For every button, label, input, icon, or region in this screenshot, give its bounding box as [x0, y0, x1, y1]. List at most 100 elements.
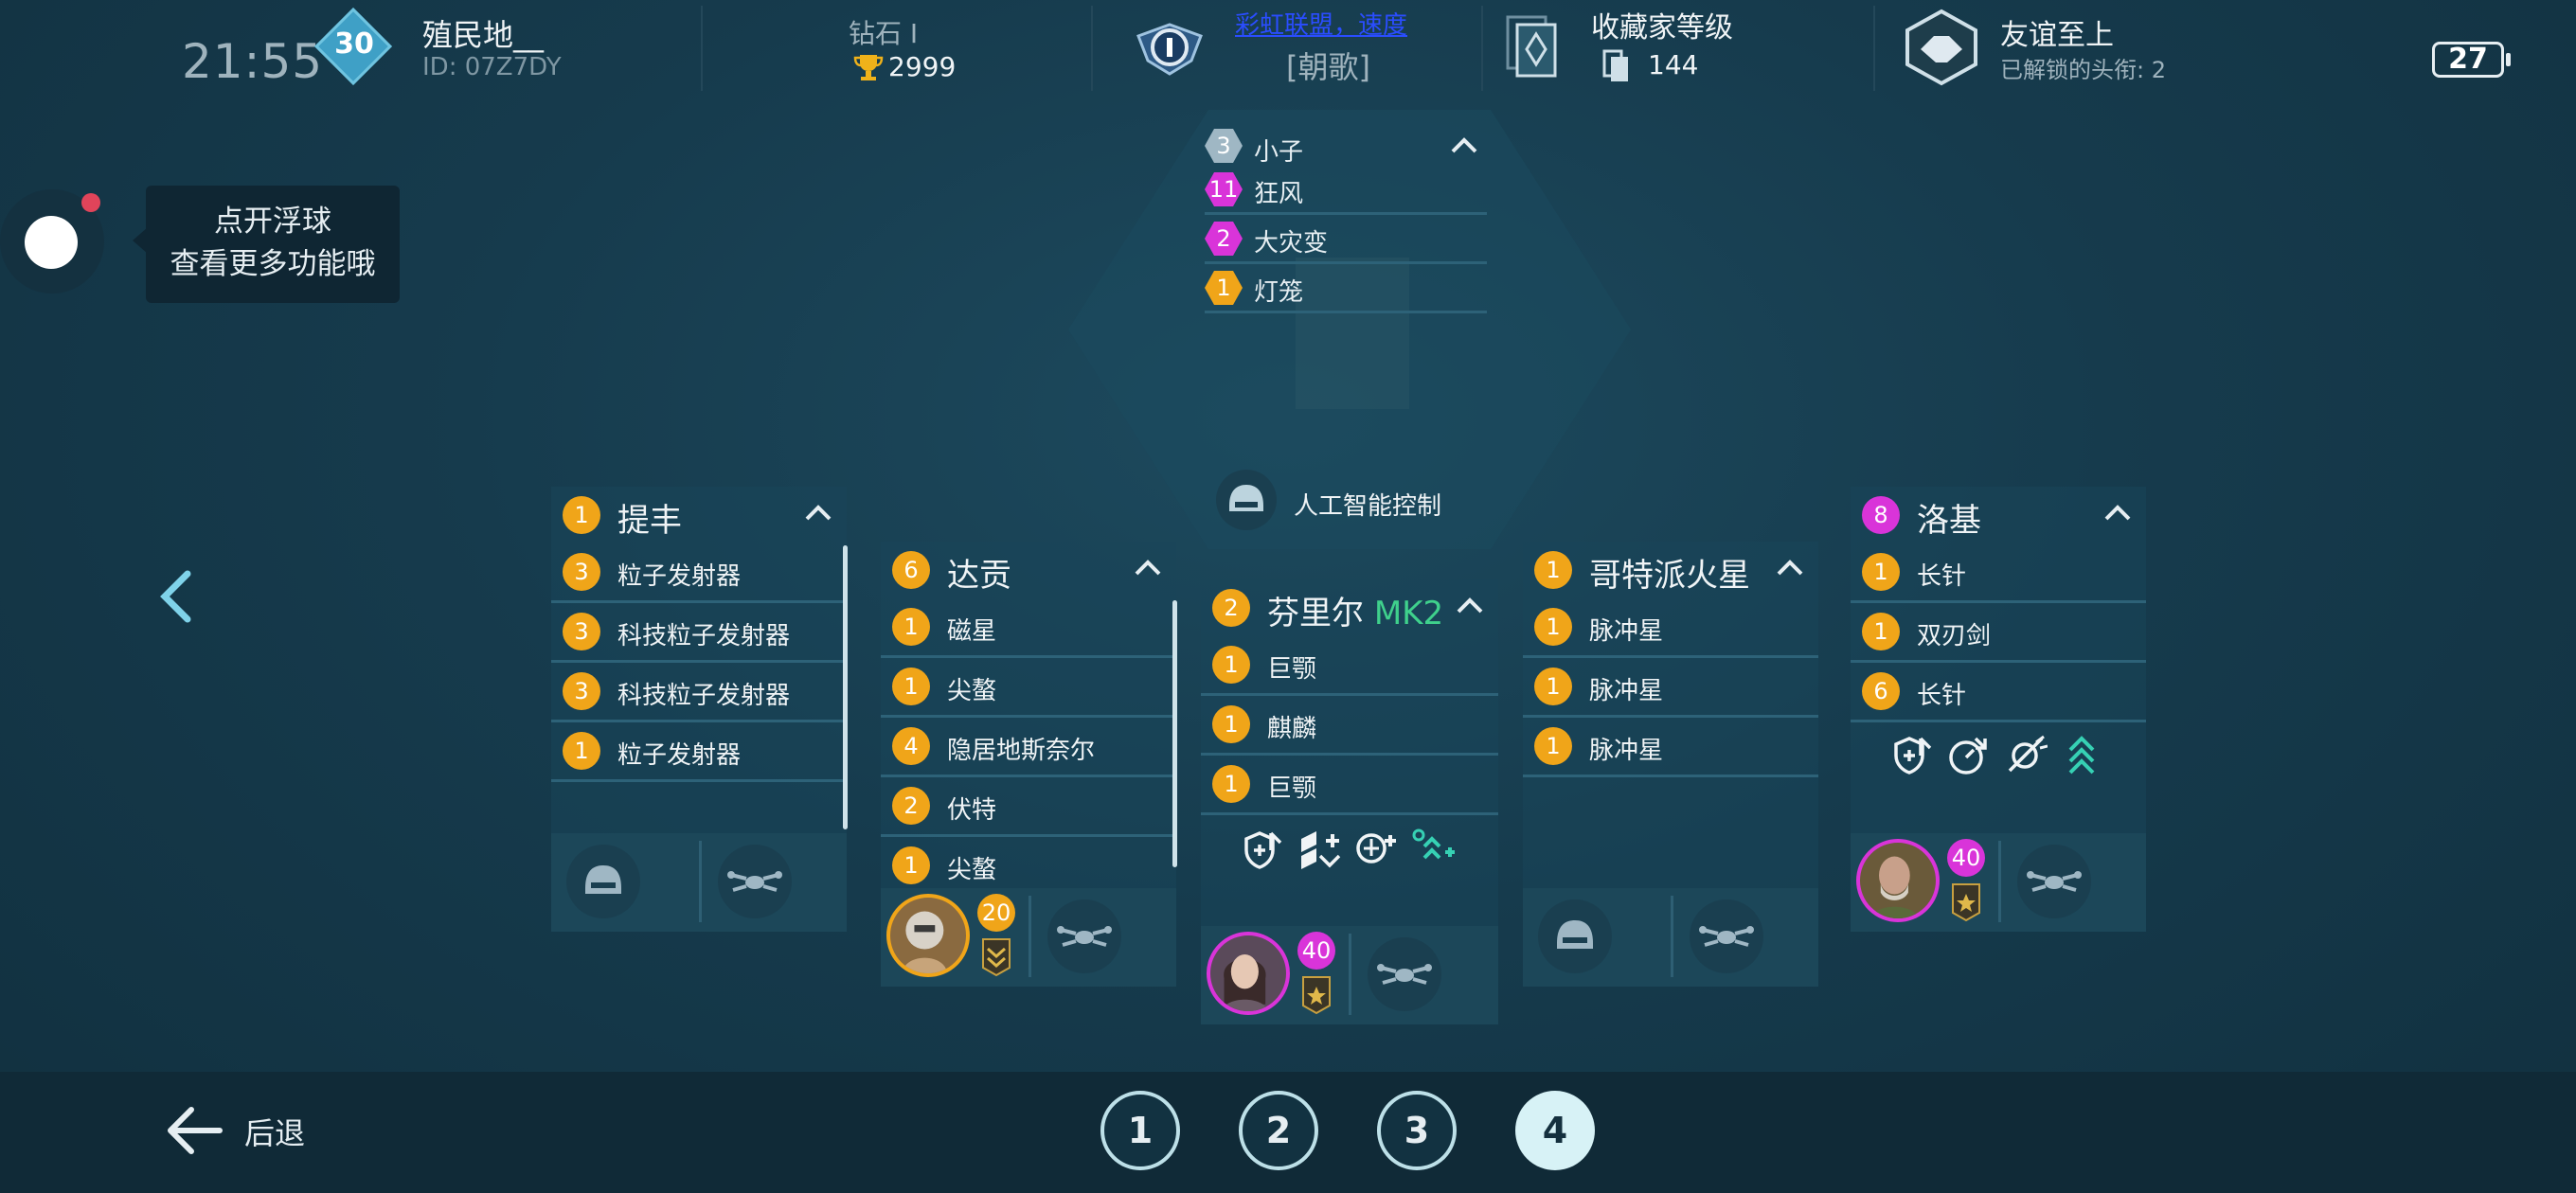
weapon-name: 长针: [1917, 562, 1967, 591]
weapon-row[interactable]: 1 麒麟: [1201, 696, 1498, 756]
weapon-row[interactable]: 1 脉冲星: [1523, 598, 1818, 658]
robot-header[interactable]: 8 洛基: [1851, 487, 2146, 543]
scrollbar[interactable]: [1172, 600, 1177, 867]
drone-slot[interactable]: [2017, 845, 2091, 918]
speed-boost-icon[interactable]: [1411, 828, 1455, 871]
drone-slot[interactable]: [1368, 937, 1441, 1011]
weapon-row[interactable]: 1 磁星: [881, 598, 1176, 658]
weapon-row[interactable]: 1 尖螯: [881, 658, 1176, 718]
league-rank[interactable]: 钻石 I: [849, 13, 918, 51]
weapon-level: 1: [1212, 765, 1250, 803]
robot-header[interactable]: 1 提丰: [551, 487, 847, 543]
page-button-3[interactable]: 3: [1377, 1091, 1457, 1170]
rank-up-icon[interactable]: [2061, 733, 2104, 776]
disable-blast-icon[interactable]: [2004, 733, 2048, 776]
weapon-name: 麒麟: [1267, 715, 1317, 743]
chevron-up-icon[interactable]: [803, 502, 833, 525]
helmet-icon: [585, 865, 621, 894]
divider: [1671, 896, 1673, 977]
robot-card-3[interactable]: 2 芬里尔 MK2 1 巨颚 1 麒麟 1 巨颚 40: [1201, 579, 1498, 1024]
weapon-name: 巨颚: [1267, 655, 1317, 684]
player-level-badge[interactable]: 30: [313, 7, 393, 86]
scrollbar[interactable]: [843, 545, 848, 829]
robot-card-1[interactable]: 1 提丰 3 粒子发射器 3 科技粒子发射器 3 科技粒子发射器 1 粒子发射器: [551, 487, 848, 932]
pilot-title-list: 3 小子 11 狂风 2 大灾变 1 灯笼: [1205, 117, 1487, 316]
pilot-slot[interactable]: [566, 845, 640, 918]
weapon-name: 尖螯: [947, 677, 997, 705]
clan-tag: [朝歌]: [1286, 49, 1370, 85]
robot-header[interactable]: 6 达贡: [881, 542, 1176, 598]
tooltip-line: 点开浮球: [214, 205, 331, 239]
weapon-row[interactable]: 3 粒子发射器: [551, 543, 847, 603]
ai-control-button[interactable]: [1216, 470, 1277, 530]
titles-unlocked: 已解锁的头衔: 2: [2000, 57, 2166, 83]
robot-name: 达贡: [947, 557, 1011, 595]
divider: [701, 6, 703, 91]
weapon-row[interactable]: 1 双刃剑: [1851, 603, 2146, 663]
armor-plus-icon[interactable]: [1297, 828, 1341, 871]
collection-icon[interactable]: [1504, 13, 1561, 78]
chevron-up-icon[interactable]: [2102, 502, 2133, 525]
page-button-1[interactable]: 1: [1100, 1091, 1180, 1170]
weapon-row[interactable]: 1 粒子发射器: [551, 722, 847, 782]
clan-name-link[interactable]: 彩虹联盟，速度: [1235, 6, 1407, 41]
weapon-row[interactable]: 3 科技粒子发射器: [551, 603, 847, 663]
gauge-up-icon[interactable]: [1947, 733, 1991, 776]
pilot-avatar[interactable]: [886, 894, 970, 977]
shield-up-icon[interactable]: [1890, 733, 1934, 776]
weapon-row[interactable]: 1 脉冲星: [1523, 658, 1818, 718]
shield-up-icon[interactable]: [1241, 828, 1284, 871]
robot-name: 洛基: [1917, 502, 1981, 540]
weapon-row[interactable]: 1 脉冲星: [1523, 718, 1818, 777]
previous-arrow-icon[interactable]: [152, 568, 199, 625]
page-button-4[interactable]: 4: [1515, 1091, 1595, 1170]
drone-icon: [1699, 926, 1754, 947]
drone-slot[interactable]: [1047, 899, 1121, 973]
divider: [1481, 6, 1483, 91]
robot-header[interactable]: 2 芬里尔 MK2: [1201, 579, 1498, 636]
pilot-avatar[interactable]: [1207, 932, 1290, 1015]
handshake-icon[interactable]: [1902, 8, 1981, 87]
clan-emblem-icon[interactable]: [1131, 8, 1208, 85]
weapon-row[interactable]: 1 长针: [1851, 543, 2146, 603]
robot-footer: 40: [1851, 833, 2146, 932]
weapon-row[interactable]: 1 尖螯: [881, 837, 1176, 894]
player-name[interactable]: 殖民地__: [422, 11, 544, 55]
chevron-up-icon[interactable]: [1455, 595, 1485, 617]
chevron-up-icon[interactable]: [1775, 557, 1805, 579]
weapon-level: 3: [563, 553, 600, 591]
pilot-avatar[interactable]: [1856, 839, 1940, 922]
robot-card-4[interactable]: 1 哥特派火星 1 脉冲星 1 脉冲星 1 脉冲星: [1523, 542, 1818, 987]
weapon-row[interactable]: 2 伏特: [881, 777, 1176, 837]
robot-header[interactable]: 1 哥特派火星: [1523, 542, 1818, 598]
chevron-up-icon[interactable]: [1133, 557, 1163, 579]
robot-card-2[interactable]: 6 达贡 1 磁星 1 尖螯 4 隐居地斯奈尔 2 伏特 1 尖螯 20: [881, 542, 1177, 987]
robot-card-5[interactable]: 8 洛基 1 长针 1 双刃剑 6 长针 40: [1851, 487, 2146, 932]
pilot-slot[interactable]: [1538, 899, 1612, 973]
weapon-name: 科技粒子发射器: [617, 682, 791, 710]
weapon-level: 1: [892, 608, 930, 646]
helmet-icon: [1557, 920, 1593, 949]
drone-icon: [2027, 871, 2082, 892]
module-row: [1851, 723, 2146, 799]
drone-slot[interactable]: [1690, 899, 1763, 973]
page-button-2[interactable]: 2: [1239, 1091, 1318, 1170]
floating-ball-icon[interactable]: [25, 216, 78, 269]
collection-title: 收藏家等级: [1591, 11, 1733, 45]
back-button[interactable]: 后退: [244, 1110, 305, 1153]
pilot-level: 40: [1947, 839, 1985, 877]
repair-plus-icon[interactable]: [1354, 828, 1398, 871]
weapon-row[interactable]: 3 科技粒子发射器: [551, 663, 847, 722]
rank-star-icon: [1302, 976, 1331, 1015]
drone-slot[interactable]: [718, 845, 792, 918]
back-arrow-icon[interactable]: [163, 1104, 224, 1157]
old-pilot-portrait-icon: [1869, 856, 1919, 918]
trophy-count: 2999: [888, 51, 957, 82]
weapon-row[interactable]: 4 隐居地斯奈尔: [881, 718, 1176, 777]
weapon-row[interactable]: 1 巨颚: [1201, 636, 1498, 696]
drone-icon: [727, 871, 782, 892]
weapon-row[interactable]: 6 长针: [1851, 663, 2146, 722]
friendship-title: 友谊至上: [2000, 19, 2114, 52]
weapon-row[interactable]: 1 巨颚: [1201, 756, 1498, 815]
chevron-up-icon[interactable]: [1449, 134, 1479, 157]
